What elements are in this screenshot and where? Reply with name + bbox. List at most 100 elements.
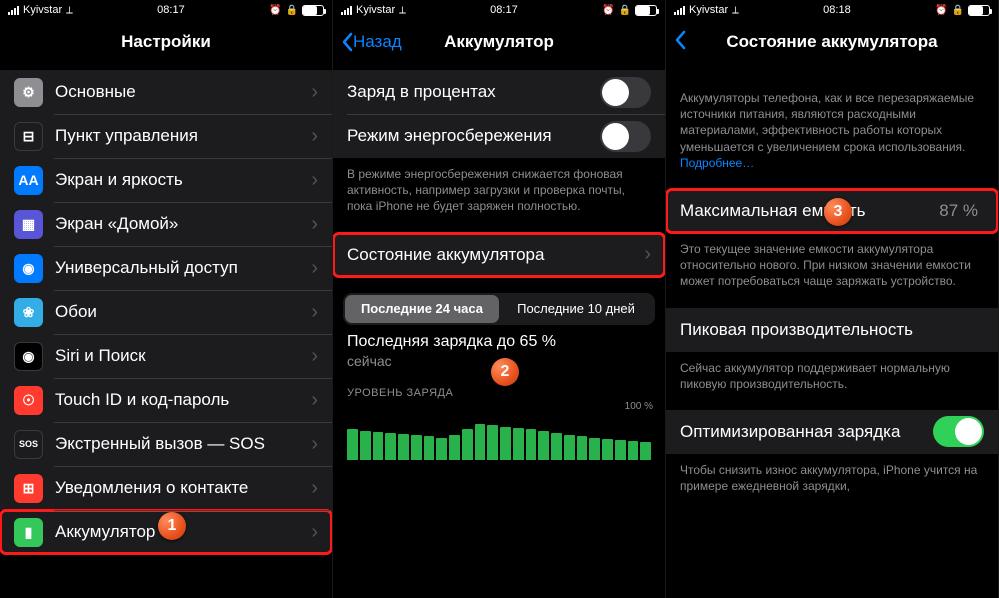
row-icon: ☉ xyxy=(14,386,43,415)
settings-row-уведомления-о-контакте[interactable]: ⊞Уведомления о контакте› xyxy=(0,466,332,510)
nav-bar: Состояние аккумулятора xyxy=(666,20,998,64)
toggle-low-power[interactable] xyxy=(600,121,651,152)
nav-bar: Назад Аккумулятор xyxy=(333,20,665,64)
row-optimized-charging[interactable]: Оптимизированная зарядка xyxy=(666,410,998,454)
callout-badge-3: 3 xyxy=(824,198,852,226)
chevron-right-icon: › xyxy=(311,169,318,192)
row-label: Экран и яркость xyxy=(55,170,311,190)
chevron-left-icon xyxy=(674,30,686,50)
chevron-right-icon: › xyxy=(311,477,318,500)
row-label: Режим энергосбережения xyxy=(347,126,600,146)
settings-row-основные[interactable]: ⚙︎ Основные› xyxy=(0,70,332,114)
lock-icon: 🔒 xyxy=(619,5,631,16)
row-label: Touch ID и код-пароль xyxy=(55,390,311,410)
status-bar: Kyivstar ⟂ 08:17 ⏰ 🔒 xyxy=(333,0,665,20)
settings-row-пункт-управления[interactable]: ⊟Пункт управления› xyxy=(0,114,332,158)
settings-list: ⚙︎Основные›⊟Пункт управления›AAЭкран и я… xyxy=(0,70,332,554)
alarm-icon: ⏰ xyxy=(935,5,947,16)
row-battery-health[interactable]: Состояние аккумулятора › xyxy=(333,233,665,277)
settings-row-универсальный-доступ[interactable]: ◉ Универсальный доступ› xyxy=(0,246,332,290)
callout-badge-2: 2 xyxy=(491,358,519,386)
row-icon: ⊟ xyxy=(14,122,43,151)
row-label: Оптимизированная зарядка xyxy=(680,422,933,442)
screen-battery: Kyivstar ⟂ 08:17 ⏰ 🔒 Назад Аккумулятор З… xyxy=(333,0,666,598)
seg-24h[interactable]: Последние 24 часа xyxy=(345,295,499,323)
chart-title: Последняя зарядка до 65 % xyxy=(347,333,651,351)
wifi-icon: ⟂ xyxy=(399,5,406,16)
signal-icon xyxy=(674,6,685,15)
row-label: Обои xyxy=(55,302,311,322)
nav-bar: Настройки xyxy=(0,20,332,64)
row-battery-percent[interactable]: Заряд в процентах xyxy=(333,70,665,114)
row-icon: AA xyxy=(14,166,43,195)
status-time: 08:17 xyxy=(157,4,185,16)
row-label: Состояние аккумулятора xyxy=(347,245,644,265)
row-peak-perf[interactable]: Пиковая производительность xyxy=(666,308,998,352)
page-title: Аккумулятор xyxy=(444,32,554,52)
carrier-label: Kyivstar xyxy=(689,4,728,16)
intro-note: Аккумуляторы телефона, как и все перезар… xyxy=(666,82,998,171)
carrier-label: Kyivstar xyxy=(23,4,62,16)
lock-icon: 🔒 xyxy=(952,5,964,16)
page-title: Настройки xyxy=(121,32,211,52)
status-bar: Kyivstar ⟂ 08:18 ⏰ 🔒 xyxy=(666,0,998,20)
battery-icon xyxy=(968,5,990,16)
chevron-right-icon: › xyxy=(311,81,318,104)
page-title: Состояние аккумулятора xyxy=(726,32,937,52)
footer-note: В режиме энергосбережения снижается фоно… xyxy=(333,158,665,215)
back-button[interactable] xyxy=(674,30,686,55)
alarm-icon: ⏰ xyxy=(269,5,281,16)
settings-row-обои[interactable]: ❀Обои› xyxy=(0,290,332,334)
capacity-note: Это текущее значение емкости аккумулятор… xyxy=(666,233,998,290)
settings-row-экстренный-вызов-sos[interactable]: SOS Экстренный вызов — SOS› xyxy=(0,422,332,466)
toggle-optimized[interactable] xyxy=(933,416,984,447)
chevron-right-icon: › xyxy=(311,345,318,368)
status-time: 08:18 xyxy=(823,4,851,16)
signal-icon xyxy=(8,6,19,15)
settings-row-экран-домой-[interactable]: ▦ Экран «Домой»› xyxy=(0,202,332,246)
screen-battery-health: Kyivstar ⟂ 08:18 ⏰ 🔒 Состояние аккумулят… xyxy=(666,0,999,598)
back-label: Назад xyxy=(353,32,402,52)
row-icon: ▦ xyxy=(14,210,43,239)
callout-badge-1: 1 xyxy=(158,512,186,540)
row-icon: ⊞ xyxy=(14,474,43,503)
row-icon: ◉ xyxy=(14,254,43,283)
row-low-power[interactable]: Режим энергосбережения xyxy=(333,114,665,158)
row-label: Экстренный вызов — SOS xyxy=(55,434,311,454)
capacity-value: 87 % xyxy=(939,201,978,221)
row-label: Максимальная емкость xyxy=(680,201,939,221)
battery-icon xyxy=(635,5,657,16)
wifi-icon: ⟂ xyxy=(732,5,739,16)
learn-more-link[interactable]: Подробнее… xyxy=(680,156,754,170)
status-time: 08:17 xyxy=(490,4,518,16)
row-label: Универсальный доступ xyxy=(55,258,311,278)
row-icon: SOS xyxy=(14,430,43,459)
chevron-right-icon: › xyxy=(311,433,318,456)
carrier-label: Kyivstar xyxy=(356,4,395,16)
settings-row-touch-id-и-код-пароль[interactable]: ☉Touch ID и код-пароль› xyxy=(0,378,332,422)
row-icon: ❀ xyxy=(14,298,43,327)
settings-row-экран-и-яркость[interactable]: AA Экран и яркость› xyxy=(0,158,332,202)
row-label: Заряд в процентах xyxy=(347,82,600,102)
alarm-icon: ⏰ xyxy=(602,5,614,16)
status-bar: Kyivstar ⟂ 08:17 ⏰ 🔒 xyxy=(0,0,332,20)
toggle-percent[interactable] xyxy=(600,77,651,108)
segmented-control[interactable]: Последние 24 часа Последние 10 дней xyxy=(343,293,655,325)
screen-settings: Kyivstar ⟂ 08:17 ⏰ 🔒 Настройки ⚙︎ Основны… xyxy=(0,0,333,598)
chevron-right-icon: › xyxy=(311,213,318,236)
seg-10d[interactable]: Последние 10 дней xyxy=(499,295,653,323)
settings-row-siri-и-поиск[interactable]: ◉Siri и Поиск› xyxy=(0,334,332,378)
back-button[interactable]: Назад xyxy=(341,32,402,52)
row-label: Пункт управления xyxy=(55,126,311,146)
row-icon: ◉ xyxy=(14,342,43,371)
chevron-right-icon: › xyxy=(311,257,318,280)
opt-note: Чтобы снизить износ аккумулятора, iPhone… xyxy=(666,454,998,494)
row-icon: ⚙︎ xyxy=(14,78,43,107)
chevron-left-icon xyxy=(341,32,353,52)
signal-icon xyxy=(341,6,352,15)
chart-bars xyxy=(347,405,651,460)
chevron-right-icon: › xyxy=(311,521,318,544)
row-label: Основные xyxy=(55,82,311,102)
lock-icon: 🔒 xyxy=(286,5,298,16)
row-label: Экран «Домой» xyxy=(55,214,311,234)
